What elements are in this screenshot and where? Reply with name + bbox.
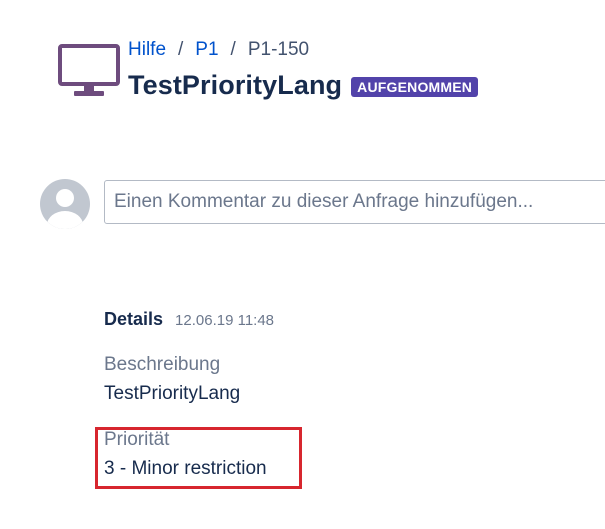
breadcrumb-separator: / [178,39,184,60]
breadcrumb-current: P1-150 [247,39,310,60]
field-value-beschreibung: TestPriorityLang [104,383,241,404]
details-timestamp: 12.06.19 11:48 [175,312,275,329]
page-title: TestPriorityLang [128,70,343,100]
title-row: TestPriorityLang AUFGENOMMEN [128,70,479,101]
breadcrumb-separator: / [230,39,236,60]
highlight-box [95,427,302,489]
comment-input[interactable] [104,180,605,224]
details-label: Details [104,309,164,329]
breadcrumb-link-hilfe[interactable]: Hilfe [128,39,166,60]
details-heading: Details 12.06.19 11:48 [104,309,274,330]
breadcrumb-link-p1[interactable]: P1 [195,39,218,60]
status-badge[interactable]: AUFGENOMMEN [351,77,479,97]
user-avatar-icon [40,179,90,229]
breadcrumb: Hilfe / P1 / P1-150 [128,39,309,61]
monitor-icon [58,44,120,96]
field-label-beschreibung: Beschreibung [104,354,221,375]
